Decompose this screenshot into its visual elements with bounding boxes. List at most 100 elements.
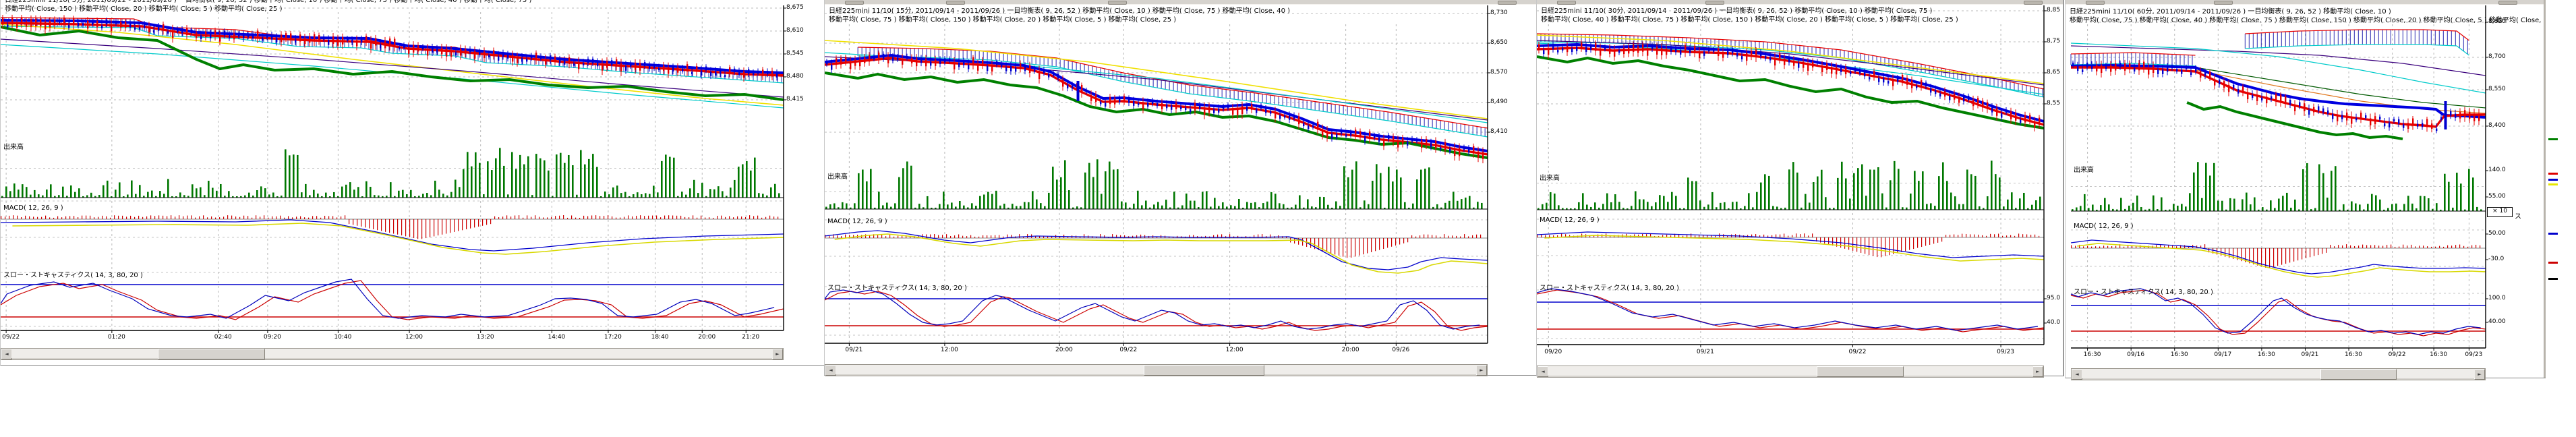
volume-pane-label: 出来高 bbox=[827, 171, 848, 181]
time-axis-label: 09/20 bbox=[1544, 349, 1562, 355]
h-scrollbar[interactable]: ◄► bbox=[1, 348, 784, 360]
time-axis-label: 10:40 bbox=[334, 334, 351, 341]
ichimoku-span-top bbox=[2071, 53, 2196, 55]
ichimoku-span-bottom bbox=[858, 56, 1488, 137]
chart-canvas bbox=[825, 0, 1537, 375]
scrollbar-thumb[interactable] bbox=[2320, 369, 2397, 380]
time-axis-label: 09/23 bbox=[2465, 351, 2482, 358]
price-axis-label: 8,545 bbox=[786, 50, 804, 57]
scroll-left-button[interactable]: ◄ bbox=[2072, 369, 2082, 380]
price-axis-label: 8,55 bbox=[2047, 100, 2060, 107]
indicator-axis-label: 40.00 bbox=[2488, 318, 2506, 325]
price-axis-label: 8,65 bbox=[2047, 69, 2060, 76]
clipped-chart-line-start bbox=[2548, 179, 2558, 181]
h-scrollbar[interactable]: ◄► bbox=[1537, 366, 2044, 378]
time-axis-label: 17:20 bbox=[604, 334, 622, 341]
clipped-text-fragment: ス bbox=[2515, 210, 2521, 221]
scroll-right-button[interactable]: ► bbox=[2032, 366, 2043, 377]
price-axis-label: 8,480 bbox=[786, 73, 804, 80]
stoch-percent-d bbox=[825, 291, 1488, 330]
scroll-left-button[interactable]: ◄ bbox=[825, 365, 836, 376]
scroll-right-button[interactable]: ► bbox=[1476, 365, 1487, 376]
stoch-percent-d bbox=[1537, 290, 2044, 332]
scrollbar-thumb[interactable] bbox=[1817, 366, 1904, 377]
mdi-workspace: 日経225mini 11/10( 5分, 2011/09/22 - 2011/0… bbox=[0, 0, 2576, 437]
ma-line-purple bbox=[825, 57, 1488, 120]
indicator-axis-label: 50.00 bbox=[2488, 230, 2506, 237]
volume-pane-label: 出来高 bbox=[2074, 164, 2094, 174]
price-axis-label: 8,75 bbox=[2047, 38, 2060, 45]
time-axis-label: 09/22 bbox=[1848, 349, 1866, 355]
indicator-axis-label: 140.0 bbox=[2488, 167, 2506, 173]
ma-line-green-thick bbox=[1537, 57, 2044, 128]
clipped-chart-line-start bbox=[2548, 138, 2558, 140]
clipped-chart-line-start bbox=[2548, 173, 2558, 175]
price-axis-label: 8,850 bbox=[2488, 18, 2506, 25]
volume-pane-label: 出来高 bbox=[1540, 172, 1560, 182]
stochastics-pane-label: スロー・ストキャスティクス( 14, 3, 80, 20 ) bbox=[1540, 282, 1679, 292]
stochastics-pane-label: スロー・ストキャスティクス( 14, 3, 80, 20 ) bbox=[2074, 286, 2213, 296]
price-axis-label: 8,400 bbox=[2488, 122, 2506, 129]
time-axis-label: 20:00 bbox=[698, 334, 715, 341]
clipped-chart-line-start bbox=[2548, 262, 2558, 264]
clipped-chart-line-start bbox=[2548, 278, 2558, 280]
h-scrollbar[interactable]: ◄► bbox=[825, 364, 1488, 376]
h-scrollbar[interactable]: ◄► bbox=[2071, 368, 2486, 380]
scroll-left-button[interactable]: ◄ bbox=[1538, 366, 1548, 377]
indicator-axis-label: 95.0 bbox=[2047, 295, 2060, 301]
stochastics-pane-label: スロー・ストキャスティクス( 14, 3, 80, 20 ) bbox=[3, 269, 143, 279]
partial-window-sliver: ス bbox=[2544, 0, 2576, 378]
scrollbar-thumb[interactable] bbox=[1144, 365, 1264, 376]
price-axis-label: 8,610 bbox=[786, 27, 804, 34]
ma-line-cyan bbox=[1, 45, 784, 108]
scrollbar-track[interactable] bbox=[11, 349, 773, 358]
time-axis-label: 16:30 bbox=[2171, 351, 2188, 358]
time-axis-label: 09/17 bbox=[2214, 351, 2231, 358]
time-axis-label: 16:30 bbox=[2258, 351, 2275, 358]
ma-line-red-thick bbox=[2071, 67, 2486, 127]
price-axis-label: 8,550 bbox=[2488, 86, 2506, 92]
time-axis-label: 12:00 bbox=[941, 347, 958, 353]
time-axis-label: 12:00 bbox=[405, 334, 423, 341]
scroll-right-button[interactable]: ► bbox=[772, 349, 783, 359]
chart-canvas bbox=[2066, 0, 2544, 378]
time-axis-label: 20:00 bbox=[1342, 347, 1359, 353]
scroll-right-button[interactable]: ► bbox=[2474, 369, 2485, 380]
time-axis-label: 20:00 bbox=[1055, 347, 1073, 353]
chart-window-30min: 日経225mini 11/10( 30分, 2011/09/14 - 2011/… bbox=[1536, 0, 2064, 376]
indicator-axis-label: 55.00 bbox=[2488, 193, 2506, 200]
macd-pane-label: MACD( 12, 26, 9 ) bbox=[2074, 223, 2134, 230]
scrollbar-track[interactable] bbox=[2082, 369, 2475, 378]
time-axis-label: 16:30 bbox=[2345, 351, 2362, 358]
ma-line-purple bbox=[2071, 46, 2486, 76]
stoch-percent-k bbox=[825, 290, 1480, 329]
chart-window-60min: 日経225mini 11/10( 60分, 2011/09/14 - 2011/… bbox=[2065, 0, 2546, 378]
time-axis-label: 09/26 bbox=[1392, 347, 1409, 353]
ichimoku-span-bottom bbox=[1, 26, 784, 83]
chart-window-15min: 日経225mini 11/10( 15分, 2011/09/14 - 2011/… bbox=[824, 0, 1538, 376]
price-axis-label: 8,415 bbox=[786, 96, 804, 103]
indicator-axis-label: -30.0 bbox=[2488, 256, 2504, 262]
macd-line bbox=[2071, 240, 2486, 274]
ma-line-blue-thick bbox=[2071, 65, 2486, 117]
scrollbar-track[interactable] bbox=[1548, 366, 2033, 376]
price-axis-label: 8,650 bbox=[1490, 39, 1508, 46]
chart-canvas bbox=[1, 0, 825, 365]
scrollbar-thumb[interactable] bbox=[158, 349, 265, 359]
clipped-chart-line-start bbox=[2548, 233, 2558, 235]
time-axis-label: 09/23 bbox=[1997, 349, 2014, 355]
ma-line-darkgreen bbox=[2196, 67, 2486, 108]
time-axis-label: 09:20 bbox=[264, 334, 281, 341]
price-axis-label: 8,570 bbox=[1490, 69, 1508, 76]
time-axis-label: 09/21 bbox=[2301, 351, 2318, 358]
stochastics-pane-label: スロー・ストキャスティクス( 14, 3, 80, 20 ) bbox=[827, 282, 967, 292]
scroll-left-button[interactable]: ◄ bbox=[1, 349, 12, 359]
time-axis-label: 09/16 bbox=[2127, 351, 2144, 358]
macd-signal-line bbox=[835, 234, 1488, 273]
chart-canvas bbox=[1537, 0, 2063, 376]
time-axis-label: 13:20 bbox=[477, 334, 494, 341]
price-axis-label: 8,730 bbox=[1490, 9, 1508, 16]
price-axis-label: 8,85 bbox=[2047, 7, 2060, 13]
time-axis-label: 16:30 bbox=[2084, 351, 2101, 358]
time-axis-label: 16:30 bbox=[2430, 351, 2447, 358]
